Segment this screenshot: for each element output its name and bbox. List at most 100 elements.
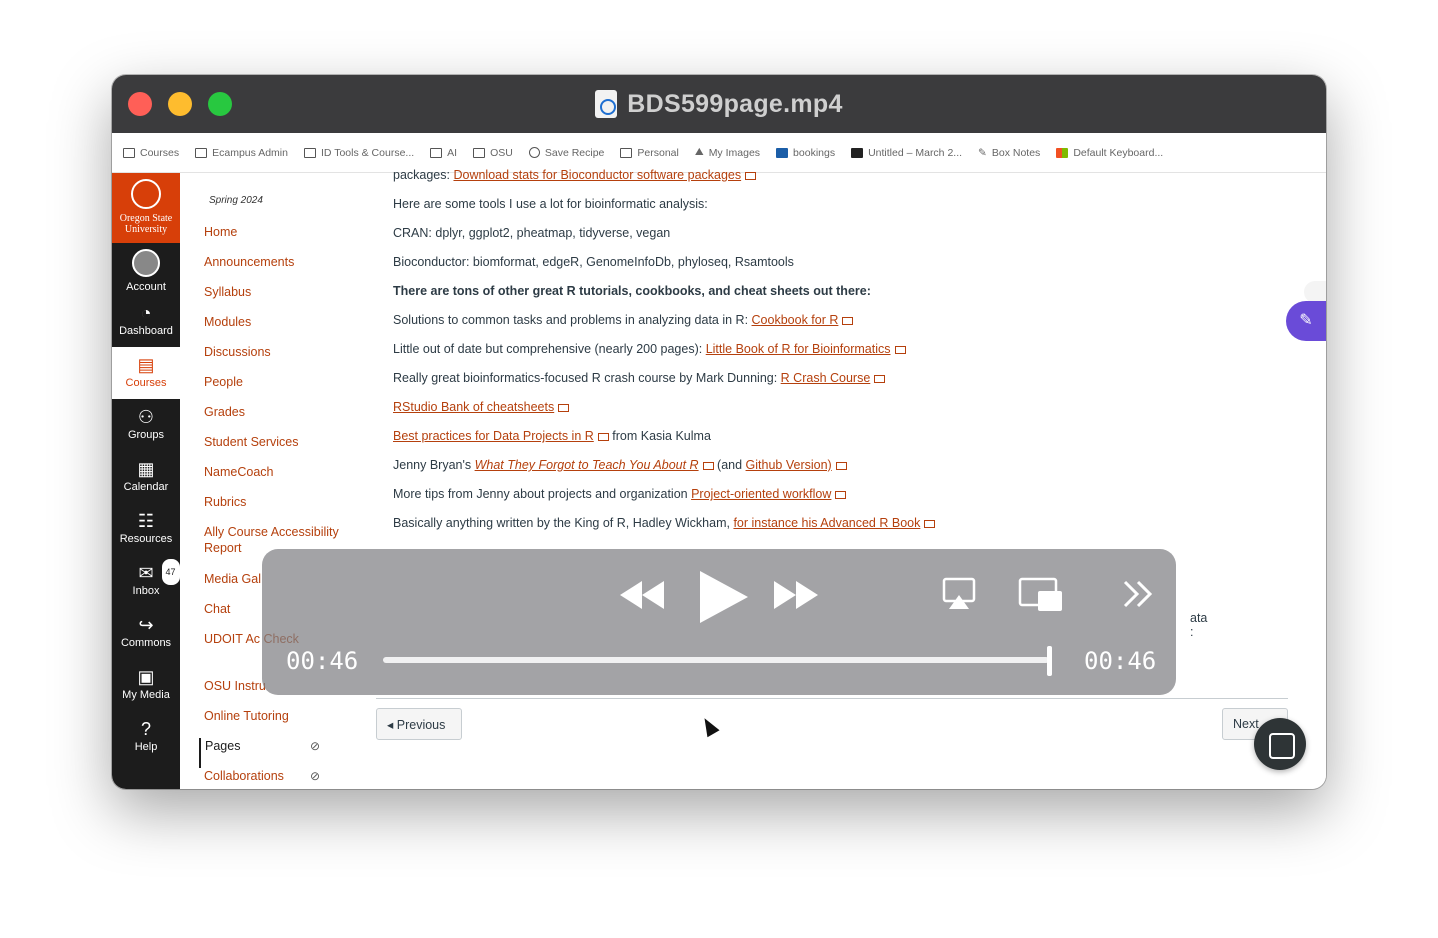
folder-icon [620, 147, 633, 158]
content-line: RStudio Bank of cheatsheets [393, 400, 570, 414]
content-line: Solutions to common tasks and problems i… [393, 313, 854, 327]
cookbook-for-r-link[interactable]: Cookbook for R [752, 313, 839, 327]
best-practices-link[interactable]: Best practices for Data Projects in R [393, 429, 594, 443]
chevron-double-right-icon[interactable] [1122, 579, 1154, 609]
bookmark-my-images[interactable]: ⛰ My Images [695, 146, 760, 159]
rstudio-cheatsheets-link[interactable]: RStudio Bank of cheatsheets [393, 400, 554, 414]
bookmark-untitled[interactable]: Untitled – March 2... [851, 147, 962, 159]
nav-dashboard[interactable]: ◔ Dashboard [112, 295, 180, 347]
nav-calendar[interactable]: ▦ Calendar [112, 451, 180, 503]
caret-left-icon: ◂ [387, 718, 397, 732]
avatar [132, 249, 160, 277]
r-crash-course-link[interactable]: R Crash Course [781, 371, 871, 385]
inbox-icon: ✉ 47 [112, 559, 180, 585]
fast-forward-icon[interactable] [772, 579, 820, 611]
video-file-icon [595, 90, 618, 118]
title-bar: BDS599page.mp4 [112, 75, 1326, 133]
course-nav-online-tutoring[interactable]: Online Tutoring [180, 708, 370, 738]
external-link-icon [894, 345, 906, 354]
dashboard-icon: ◔ [140, 303, 152, 323]
bookmark-osu[interactable]: OSU [473, 147, 513, 159]
folder-icon [195, 147, 208, 158]
zoom-button[interactable] [208, 92, 232, 116]
image-icon: ⛰ [694, 146, 704, 158]
course-nav-collaborations[interactable]: Collaborations ⊘ [180, 768, 370, 789]
courses-icon: ▤ [137, 355, 155, 375]
osu-logo[interactable]: Oregon State University [112, 173, 180, 243]
inbox-badge: 47 [161, 559, 180, 585]
course-nav-grades[interactable]: Grades [180, 404, 370, 434]
content-line: Bioconductor: biomformat, edgeR, GenomeI… [393, 255, 794, 269]
microsoft-icon [1056, 147, 1069, 158]
close-button[interactable] [128, 92, 152, 116]
nav-commons[interactable]: ↪ Commons [112, 607, 180, 659]
bookmark-ai[interactable]: AI [430, 147, 457, 159]
course-nav-people[interactable]: People [180, 374, 370, 404]
nav-groups[interactable]: ⚇ Groups [112, 399, 180, 451]
content-line: Little out of date but comprehensive (ne… [393, 342, 906, 356]
bookmark-save-recipe[interactable]: Save Recipe [528, 147, 604, 159]
external-link-icon [558, 403, 570, 412]
course-nav-discussions[interactable]: Discussions [180, 344, 370, 374]
global-navigation: Oregon State University Account ◔ Dashboa… [112, 173, 180, 789]
github-version-link[interactable]: Github Version) [746, 458, 832, 472]
folder-icon [473, 147, 486, 158]
content-line: CRAN: dplyr, ggplot2, pheatmap, tidyvers… [393, 226, 671, 240]
advanced-r-book-link[interactable]: for instance his Advanced R Book [733, 516, 920, 530]
what-they-forgot-link[interactable]: What They Forgot to Teach You About R [475, 458, 699, 472]
minimize-button[interactable] [168, 92, 192, 116]
play-icon[interactable] [696, 569, 750, 625]
course-nav-pages[interactable]: Pages ⊘ [199, 738, 370, 768]
course-nav-rubrics[interactable]: Rubrics [180, 494, 370, 524]
bioconductor-stats-link[interactable]: Download stats for Bioconductor software… [453, 168, 741, 182]
bookmark-default-keyboard[interactable]: Default Keyboard... [1056, 147, 1163, 159]
groups-icon: ⚇ [137, 407, 155, 427]
course-nav-syllabus[interactable]: Syllabus [180, 284, 370, 314]
osu-seal-icon [131, 179, 161, 209]
project-oriented-workflow-link[interactable]: Project-oriented workflow [691, 487, 831, 501]
side-widget-tab[interactable] [1304, 281, 1326, 303]
airplay-icon[interactable] [942, 577, 976, 611]
bookmark-id-tools[interactable]: ID Tools & Course... [303, 147, 414, 159]
partial-text: ata [1190, 611, 1208, 625]
rewind-icon[interactable] [618, 579, 666, 611]
external-link-icon [874, 374, 886, 383]
folder-icon [123, 147, 135, 158]
bookmark-personal[interactable]: Personal [620, 147, 679, 159]
course-nav-announcements[interactable]: Announcements [180, 254, 370, 284]
nav-courses[interactable]: ▤ Courses [112, 347, 180, 399]
nav-my-media[interactable]: ▣ My Media [112, 659, 180, 711]
folder-icon [303, 147, 316, 158]
picture-in-picture-icon[interactable] [1018, 577, 1064, 613]
writing-assistant-icon[interactable]: ✎ [1286, 301, 1326, 341]
nav-resources[interactable]: ☷ Resources [112, 503, 180, 555]
nav-account[interactable]: Account [112, 243, 180, 295]
bookmark-box-notes[interactable]: ✎ Box Notes [978, 147, 1040, 159]
course-nav-student-services[interactable]: Student Services [180, 434, 370, 464]
scrubber-handle[interactable] [1047, 646, 1052, 676]
folder-icon [430, 147, 443, 158]
bookmarks-bar: Courses Ecampus Admin ID Tools & Course.… [112, 133, 1326, 173]
course-nav-home[interactable]: Home [180, 224, 370, 254]
nav-help[interactable]: ? Help [112, 711, 180, 763]
content-line: Really great bioinformatics-focused R cr… [393, 371, 886, 385]
course-nav-modules[interactable]: Modules [180, 314, 370, 344]
course-term: Spring 2024 [209, 195, 263, 206]
little-book-link[interactable]: Little Book of R for Bioinformatics [706, 342, 891, 356]
calendar-icon: ▦ [137, 459, 155, 479]
bookmark-ecampus-admin[interactable]: Ecampus Admin [195, 147, 288, 159]
nav-inbox[interactable]: ✉ 47 Inbox [112, 555, 180, 607]
bookmark-courses[interactable]: Courses [123, 147, 179, 159]
content-heading: There are tons of other great R tutorial… [393, 284, 871, 298]
app-icon [851, 147, 864, 158]
content-line: Here are some tools I use a lot for bioi… [393, 197, 708, 211]
live-text-scan-button[interactable] [1254, 718, 1306, 770]
previous-button[interactable]: ◂ Previous [376, 708, 462, 740]
external-link-icon [842, 316, 854, 325]
video-player-controls: 00:46 00:46 [262, 549, 1176, 695]
content-line: Basically anything written by the King o… [393, 516, 936, 530]
progress-bar[interactable] [383, 657, 1049, 663]
course-nav-namecoach[interactable]: NameCoach [180, 464, 370, 494]
bookmark-bookings[interactable]: bookings [776, 147, 835, 159]
resources-icon: ☷ [137, 511, 155, 531]
